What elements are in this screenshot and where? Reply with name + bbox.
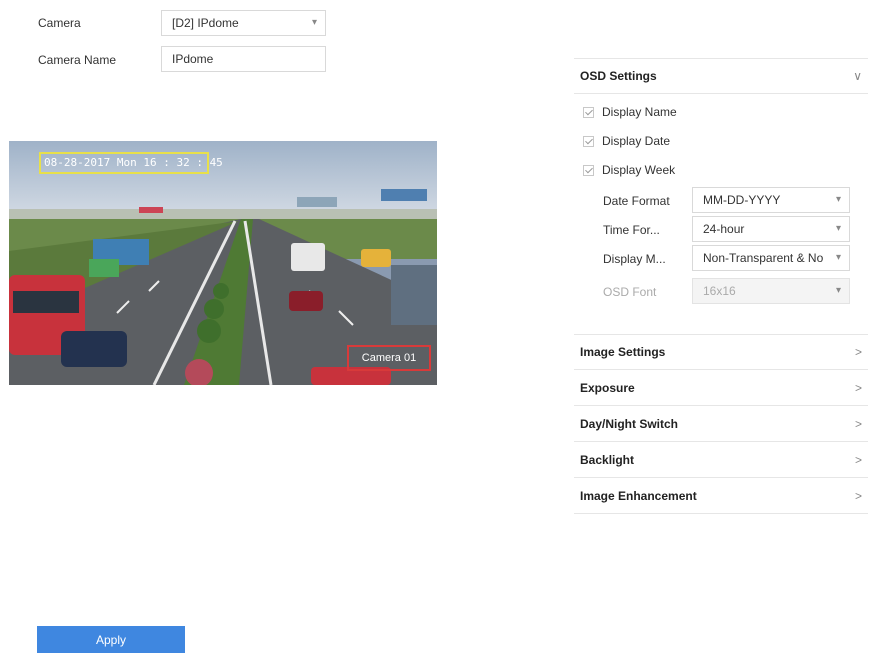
display-mode-label: Display M... [603, 252, 666, 266]
time-format-label: Time For... [603, 223, 660, 237]
osd-font-value: 16x16 [703, 284, 736, 298]
chevron-down-icon: ▾ [835, 252, 841, 263]
apply-button[interactable]: Apply [37, 626, 185, 653]
camera-select-value: [D2] IPdome [172, 16, 239, 30]
osd-font-select: 16x16 ▾ [692, 278, 850, 304]
section-backlight[interactable]: Backlight > [574, 442, 868, 478]
chevron-down-icon: ▾ [835, 285, 841, 296]
display-date-checkbox[interactable] [583, 135, 594, 147]
video-preview[interactable]: 08-28-2017 Mon 16 : 32 : 45 Camera 01 [9, 141, 437, 385]
time-format-value: 24-hour [703, 222, 745, 236]
section-label: Image Enhancement [580, 488, 697, 503]
display-mode-value: Non-Transparent & No [703, 251, 824, 265]
section-image-settings[interactable]: Image Settings > [574, 334, 868, 370]
camera-select[interactable]: [D2] IPdome ▾ [161, 10, 326, 36]
section-label: Image Settings [580, 345, 666, 359]
chevron-down-icon: ▾ [311, 17, 317, 28]
display-date-label: Display Date [602, 134, 671, 148]
chevron-down-icon: ▾ [835, 194, 841, 205]
section-exposure[interactable]: Exposure > [574, 370, 868, 406]
section-day-night-switch[interactable]: Day/Night Switch > [574, 406, 868, 442]
section-label: Day/Night Switch [580, 416, 679, 431]
section-image-enhancement[interactable]: Image Enhancement > [574, 478, 868, 514]
chevron-down-icon: ▾ [835, 223, 841, 234]
display-week-checkbox-row[interactable]: Display Week [583, 163, 675, 177]
display-date-checkbox-row[interactable]: Display Date [583, 134, 670, 148]
display-name-checkbox-row[interactable]: Display Name [583, 105, 677, 119]
chevron-right-icon: > [854, 380, 862, 395]
display-name-checkbox[interactable] [583, 106, 594, 118]
camera-label: Camera [38, 16, 81, 30]
chevron-right-icon: > [854, 452, 862, 467]
osd-font-label: OSD Font [603, 285, 657, 299]
display-mode-select[interactable]: Non-Transparent & No ▾ [692, 245, 850, 271]
osd-settings-title: OSD Settings [580, 69, 657, 83]
chevron-right-icon: > [854, 416, 862, 431]
chevron-right-icon: > [854, 345, 862, 359]
section-label: Exposure [580, 380, 635, 395]
camera-name-label: Camera Name [38, 53, 117, 67]
osd-camera-name-overlay[interactable]: Camera 01 [347, 345, 431, 371]
display-week-checkbox[interactable] [583, 164, 594, 176]
display-name-label: Display Name [602, 105, 677, 119]
time-format-select[interactable]: 24-hour ▾ [692, 216, 850, 242]
date-format-select[interactable]: MM-DD-YYYY ▾ [692, 187, 850, 213]
osd-settings-header[interactable]: OSD Settings ∨ [574, 58, 868, 94]
camera-name-input[interactable]: IPdome [161, 46, 326, 72]
date-format-value: MM-DD-YYYY [703, 193, 781, 207]
section-label: Backlight [580, 452, 635, 467]
chevron-right-icon: > [854, 488, 862, 503]
osd-date-overlay[interactable]: 08-28-2017 Mon 16 : 32 : 45 [39, 152, 223, 174]
display-week-label: Display Week [602, 163, 676, 177]
date-format-label: Date Format [603, 194, 670, 208]
chevron-down-icon: ∨ [853, 69, 862, 83]
